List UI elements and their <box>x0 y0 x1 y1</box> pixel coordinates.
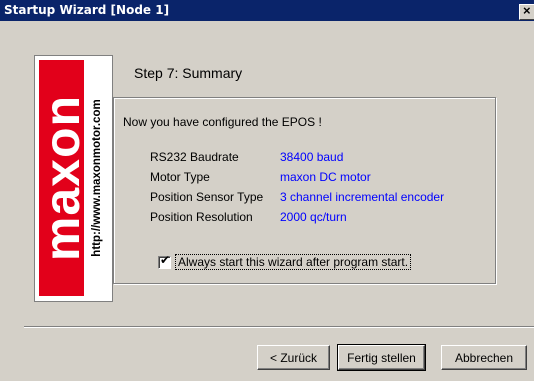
summary-intro: Now you have configured the EPOS ! <box>123 115 322 129</box>
back-button[interactable]: < Zurück <box>257 345 330 370</box>
close-icon: × <box>523 3 531 18</box>
summary-value-resolution: 2000 qc/turn <box>280 210 347 224</box>
always-start-checkbox[interactable]: ✔ <box>158 253 171 269</box>
always-start-label[interactable]: Always start this wizard after program s… <box>175 254 412 270</box>
title-bar: Startup Wizard [Node 1] × <box>0 0 534 21</box>
summary-label-baudrate: RS232 Baudrate <box>150 150 239 164</box>
close-button[interactable]: × <box>519 3 534 20</box>
checkmark-icon: ✔ <box>160 253 171 267</box>
logo-red-panel: maxon <box>33 60 90 296</box>
finish-button[interactable]: Fertig stellen <box>337 344 426 371</box>
maxon-logo: maxon http://www.maxonmotor.com <box>34 55 113 302</box>
button-separator <box>24 326 534 328</box>
cancel-button[interactable]: Abbrechen <box>441 345 527 370</box>
summary-value-baudrate: 38400 baud <box>280 150 344 164</box>
logo-brand-text: maxon <box>33 94 90 262</box>
step-title: Step 7: Summary <box>134 65 243 81</box>
summary-value-motor-type: maxon DC motor <box>280 170 371 184</box>
summary-label-resolution: Position Resolution <box>150 210 253 224</box>
window-title: Startup Wizard [Node 1] <box>4 3 170 17</box>
logo-url-text: http://www.maxonmotor.com <box>91 99 103 257</box>
summary-value-sensor-type: 3 channel incremental encoder <box>280 190 445 204</box>
summary-label-sensor-type: Position Sensor Type <box>150 190 264 204</box>
summary-label-motor-type: Motor Type <box>150 170 210 184</box>
